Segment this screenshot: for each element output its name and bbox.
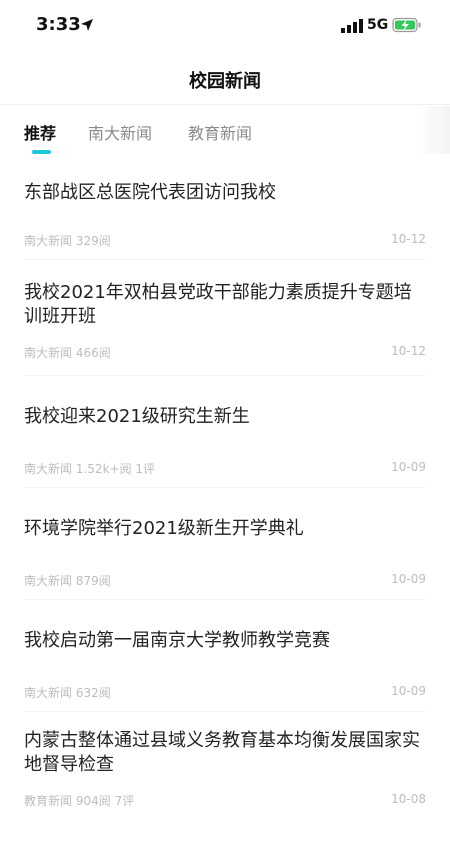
nav-bar: 校园新闻 [0,52,450,105]
news-item[interactable]: 我校2021年双柏县党政干部能力素质提升专题培训班开班 南大新闻 466阅 10… [24,260,426,376]
tab-overflow-fade [416,106,450,154]
news-date: 10-08 [391,792,426,806]
news-title: 我校启动第一届南京大学教师教学竞赛 [24,630,330,651]
network-type: 5G [367,17,389,33]
battery-charging-icon [392,17,422,37]
news-source: 南大新闻 [24,574,73,588]
news-stats: 329阅 [75,234,111,248]
news-source: 教育新闻 [24,794,73,808]
news-item[interactable]: 东部战区总医院代表团访问我校 南大新闻 329阅 10-12 [24,160,426,260]
news-item[interactable]: 内蒙古整体通过县域义务教育基本均衡发展国家实地督导检查 教育新闻 904阅 7评… [24,712,426,852]
news-stats: 1.52k+阅 1评 [75,462,156,476]
news-stats: 466阅 [75,346,111,360]
news-date: 10-09 [391,572,426,586]
page-title: 校园新闻 [189,71,261,92]
tab-recommended[interactable]: 推荐 [24,120,56,144]
status-bar: 3:33 5G [0,0,450,52]
news-list: 东部战区总医院代表团访问我校 南大新闻 329阅 10-12 我校2021年双柏… [0,160,450,852]
status-time: 3:33 [36,14,81,35]
news-source: 南大新闻 [24,462,73,476]
news-title: 东部战区总医院代表团访问我校 [24,182,276,203]
tab-bar: 推荐 南大新闻 教育新闻 [0,106,450,160]
news-title: 我校迎来2021级研究生新生 [24,406,250,427]
tab-education-news[interactable]: 教育新闻 [188,120,252,144]
news-date: 10-09 [391,460,426,474]
news-stats: 879阅 [75,574,111,588]
news-source: 南大新闻 [24,686,73,700]
signal-bars-icon [341,18,363,37]
news-title: 内蒙古整体通过县域义务教育基本均衡发展国家实地督导检查 [24,730,420,775]
news-date: 10-09 [391,684,426,698]
news-stats: 904阅 7评 [75,794,135,808]
news-stats: 632阅 [75,686,111,700]
news-date: 10-12 [391,344,426,358]
tab-nju-news[interactable]: 南大新闻 [88,120,152,144]
news-source: 南大新闻 [24,346,73,360]
news-item[interactable]: 我校迎来2021级研究生新生 南大新闻 1.52k+阅 1评 10-09 [24,376,426,488]
location-arrow-icon [80,17,94,36]
news-title: 环境学院举行2021级新生开学典礼 [24,518,304,539]
news-title: 我校2021年双柏县党政干部能力素质提升专题培训班开班 [24,282,412,327]
news-item[interactable]: 我校启动第一届南京大学教师教学竞赛 南大新闻 632阅 10-09 [24,600,426,712]
active-tab-indicator [32,150,51,154]
news-date: 10-12 [391,232,426,246]
news-source: 南大新闻 [24,234,73,248]
news-item[interactable]: 环境学院举行2021级新生开学典礼 南大新闻 879阅 10-09 [24,488,426,600]
